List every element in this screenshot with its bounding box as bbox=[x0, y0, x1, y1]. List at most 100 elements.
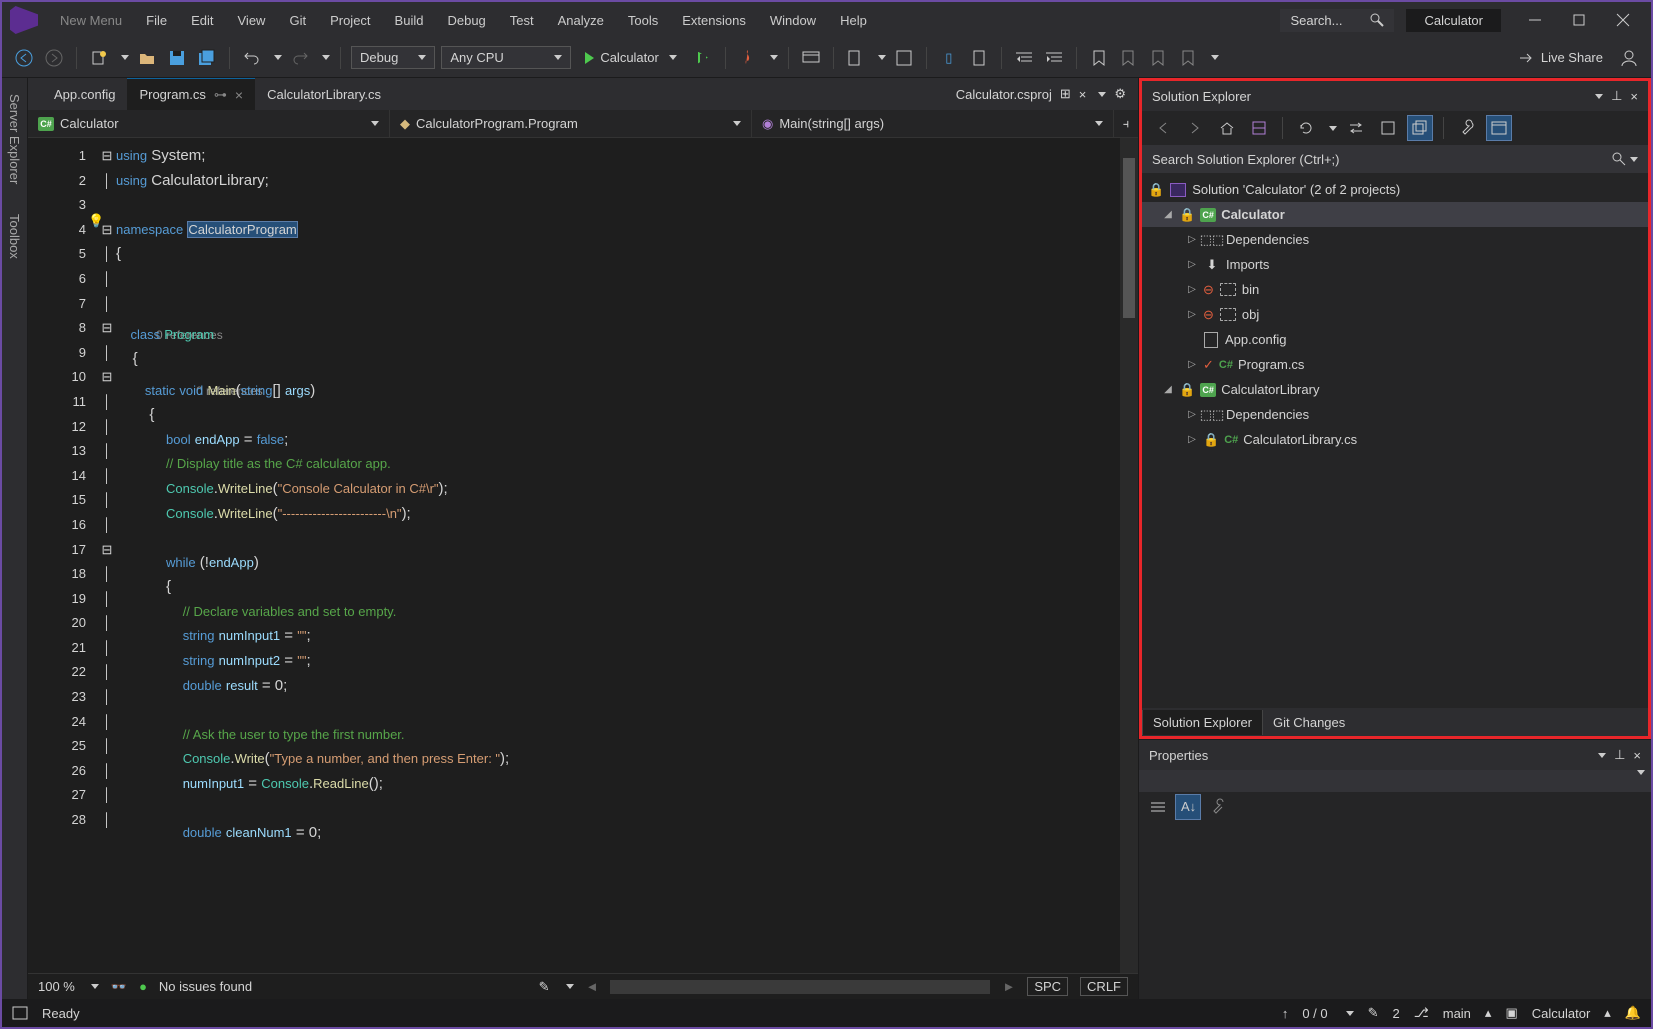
code-editor[interactable]: 1234567891011121314151617181920212223242… bbox=[28, 138, 1138, 973]
alphabetical-icon[interactable]: A↓ bbox=[1175, 794, 1201, 820]
menu-view[interactable]: View bbox=[228, 7, 276, 34]
close-panel-icon[interactable]: × bbox=[1630, 89, 1638, 104]
outdent-button[interactable] bbox=[1012, 46, 1036, 70]
nav-class[interactable]: ◆CalculatorProgram.Program bbox=[390, 110, 752, 137]
bookmark-clear-button[interactable] bbox=[1177, 46, 1201, 70]
tab-git-changes[interactable]: Git Changes bbox=[1263, 710, 1355, 735]
platform-dropdown[interactable]: Any CPU bbox=[441, 46, 571, 69]
repo-name[interactable]: Calculator bbox=[1532, 1006, 1591, 1021]
config-dropdown[interactable]: Debug bbox=[351, 46, 435, 69]
tb-icon-2[interactable] bbox=[967, 46, 991, 70]
properties-icon[interactable] bbox=[1454, 115, 1480, 141]
menu-analyze[interactable]: Analyze bbox=[548, 7, 614, 34]
indent-button[interactable] bbox=[1042, 46, 1066, 70]
properties-grid[interactable] bbox=[1139, 822, 1651, 999]
menu-tools[interactable]: Tools bbox=[618, 7, 668, 34]
save-all-button[interactable] bbox=[195, 46, 219, 70]
solution-search[interactable]: Search Solution Explorer (Ctrl+;) bbox=[1142, 145, 1648, 173]
browser-link-button[interactable] bbox=[799, 46, 823, 70]
start-debug-button[interactable]: Calculator bbox=[577, 47, 685, 68]
menu-edit[interactable]: Edit bbox=[181, 7, 223, 34]
output-icon[interactable] bbox=[12, 1006, 28, 1020]
brush-icon[interactable]: ✎ bbox=[539, 979, 550, 995]
show-all-icon[interactable] bbox=[1407, 115, 1433, 141]
bookmark-prev-button[interactable] bbox=[1117, 46, 1141, 70]
menu-window[interactable]: Window bbox=[760, 7, 826, 34]
zoom-level[interactable]: 100 % bbox=[38, 979, 75, 994]
new-item-button[interactable] bbox=[87, 46, 111, 70]
code-content[interactable]: using System; using CalculatorLibrary; n… bbox=[116, 138, 1120, 973]
open-button[interactable] bbox=[135, 46, 159, 70]
pencil-icon[interactable]: ✎ bbox=[1368, 1005, 1379, 1021]
bookmark-next-button[interactable] bbox=[1147, 46, 1171, 70]
cursor-icon[interactable]: ▯ bbox=[937, 46, 961, 70]
horizontal-scrollbar[interactable] bbox=[610, 980, 990, 994]
obj-folder[interactable]: ▷⊖obj bbox=[1142, 302, 1648, 327]
bell-icon[interactable]: 🔔 bbox=[1625, 1005, 1641, 1021]
menu-debug[interactable]: Debug bbox=[437, 7, 495, 34]
imports-node[interactable]: ▷⬇Imports bbox=[1142, 252, 1648, 277]
sync-icon[interactable] bbox=[1343, 115, 1369, 141]
tab-csproj[interactable]: Calculator.csproj⊞×⚙ bbox=[944, 86, 1138, 102]
close-tab-icon[interactable]: × bbox=[1079, 87, 1087, 102]
tab-appconfig[interactable]: App.config bbox=[42, 78, 127, 110]
tab-solution-explorer[interactable]: Solution Explorer bbox=[1142, 710, 1263, 735]
arrow-up-icon[interactable]: ↑ bbox=[1282, 1006, 1289, 1021]
glasses-icon[interactable]: 👓 bbox=[111, 979, 127, 995]
hot-reload-button[interactable] bbox=[736, 46, 760, 70]
menu-git[interactable]: Git bbox=[279, 7, 316, 34]
bin-folder[interactable]: ▷⊖bin bbox=[1142, 277, 1648, 302]
tab-calclib[interactable]: CalculatorLibrary.cs bbox=[255, 78, 393, 110]
menu-help[interactable]: Help bbox=[830, 7, 877, 34]
solution-node[interactable]: 🔒Solution 'Calculator' (2 of 2 projects) bbox=[1142, 177, 1648, 202]
error-count[interactable]: 0 / 0 bbox=[1302, 1006, 1327, 1021]
minimize-button[interactable] bbox=[1515, 5, 1555, 35]
search-box[interactable]: Search... bbox=[1280, 9, 1394, 32]
tb-icon-1[interactable] bbox=[892, 46, 916, 70]
maximize-button[interactable] bbox=[1559, 5, 1599, 35]
split-button[interactable]: ⫞ bbox=[1114, 116, 1138, 132]
home-icon[interactable] bbox=[1214, 115, 1240, 141]
dependencies-node-2[interactable]: ▷⬚⬚Dependencies bbox=[1142, 402, 1648, 427]
save-button[interactable] bbox=[165, 46, 189, 70]
dependencies-node[interactable]: ▷⬚⬚Dependencies bbox=[1142, 227, 1648, 252]
server-explorer-tab[interactable]: Server Explorer bbox=[4, 86, 25, 192]
menu-test[interactable]: Test bbox=[500, 7, 544, 34]
categorized-icon[interactable] bbox=[1145, 794, 1171, 820]
appconfig-file[interactable]: App.config bbox=[1142, 327, 1648, 352]
collapse-icon[interactable] bbox=[1375, 115, 1401, 141]
close-button[interactable] bbox=[1603, 5, 1643, 35]
menu-project[interactable]: Project bbox=[320, 7, 380, 34]
project-calculator[interactable]: ◢🔒C#Calculator bbox=[1142, 202, 1648, 227]
changes-count[interactable]: 2 bbox=[1393, 1006, 1400, 1021]
fwd-icon[interactable] bbox=[1182, 115, 1208, 141]
account-button[interactable] bbox=[1617, 46, 1641, 70]
crlf-indicator[interactable]: CRLF bbox=[1080, 977, 1128, 996]
tab-program[interactable]: Program.cs⊶× bbox=[127, 78, 255, 110]
lightbulb-icon[interactable]: 💡 bbox=[88, 213, 104, 229]
branch-name[interactable]: main bbox=[1443, 1006, 1471, 1021]
preview-icon[interactable] bbox=[1486, 115, 1512, 141]
fold-gutter[interactable]: ⊟│⊟│││⊟│⊟││││││⊟│││││││││││ bbox=[98, 138, 116, 973]
repo-icon[interactable]: ▣ bbox=[1505, 1005, 1517, 1021]
calclib-file[interactable]: ▷🔒C#CalculatorLibrary.cs bbox=[1142, 427, 1648, 452]
panel-menu-icon[interactable] bbox=[1598, 753, 1606, 758]
menu-build[interactable]: Build bbox=[385, 7, 434, 34]
nav-fwd-button[interactable] bbox=[42, 46, 66, 70]
nav-member[interactable]: ◉Main(string[] args) bbox=[752, 110, 1114, 137]
pin-icon[interactable]: ⊥ bbox=[1614, 747, 1625, 763]
pin-icon[interactable]: ⊥ bbox=[1611, 88, 1622, 104]
find-in-files-button[interactable] bbox=[844, 46, 868, 70]
back-icon[interactable] bbox=[1150, 115, 1176, 141]
menu-extensions[interactable]: Extensions bbox=[672, 7, 756, 34]
panel-menu-icon[interactable] bbox=[1595, 94, 1603, 99]
start-nodebug-button[interactable] bbox=[691, 46, 715, 70]
branch-icon[interactable]: ⎇ bbox=[1414, 1005, 1429, 1021]
close-tab-icon[interactable]: × bbox=[235, 87, 243, 103]
project-calclib[interactable]: ◢🔒C#CalculatorLibrary bbox=[1142, 377, 1648, 402]
spc-indicator[interactable]: SPC bbox=[1027, 977, 1068, 996]
close-panel-icon[interactable]: × bbox=[1633, 748, 1641, 763]
menu-file[interactable]: File bbox=[136, 7, 177, 34]
toolbox-tab[interactable]: Toolbox bbox=[4, 206, 25, 267]
program-file[interactable]: ▷✓C#Program.cs bbox=[1142, 352, 1648, 377]
